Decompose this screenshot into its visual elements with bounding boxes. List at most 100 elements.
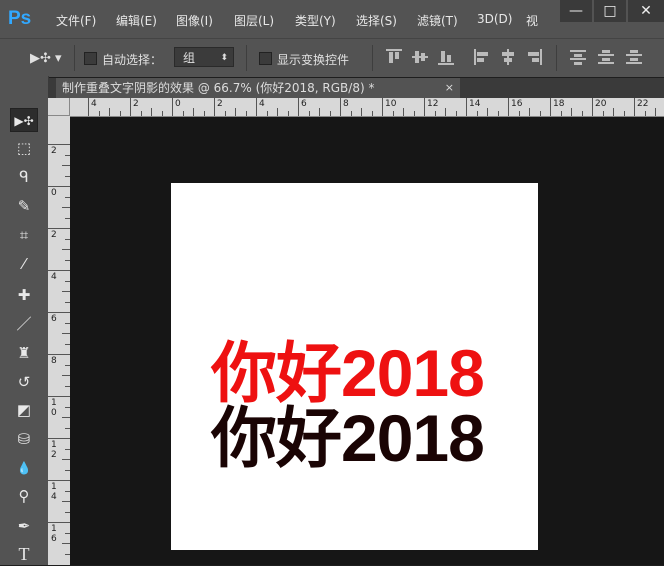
ruler-minor-tick (62, 543, 70, 544)
ruler-minor-tick (62, 375, 70, 376)
lasso-tool[interactable]: ᑫ (10, 165, 38, 189)
align-vcenter-icon[interactable] (412, 49, 428, 65)
ruler-minor-tick (140, 111, 142, 116)
history-brush-tool[interactable]: ↺ (10, 370, 38, 394)
distribute-bottom-icon[interactable] (626, 49, 642, 65)
ruler-minor-tick (560, 111, 562, 116)
ruler-label: 8 (51, 356, 57, 366)
menu-filter[interactable]: 滤镜(T) (417, 12, 458, 29)
ruler-label: 6 (301, 99, 307, 109)
align-right-icon[interactable] (526, 49, 542, 65)
ruler-label: 16 (511, 99, 523, 109)
close-button[interactable]: ✕ (628, 0, 664, 22)
menu-select[interactable]: 选择(S) (356, 12, 397, 29)
menu-bar: Ps 文件(F) 编辑(E) 图像(I) 图层(L) 类型(Y) 选择(S) 滤… (0, 0, 664, 38)
ruler-minor-tick (571, 108, 572, 116)
quick-select-tool[interactable]: ✎ (10, 194, 38, 218)
auto-select-dropdown[interactable]: 组 ⬍ (174, 47, 234, 67)
ruler-tick (382, 98, 383, 116)
tools-panel: ▶✣ ⬚ ᑫ ✎ ⌗ ⁄ ✚ ／ ♜ ↺ ◩ ⛁ 💧 ⚲ ✒ T (0, 76, 49, 565)
red-text-layer[interactable]: 你好2018 (211, 338, 485, 408)
close-tab-icon[interactable]: × (445, 78, 454, 98)
align-left-icon[interactable] (474, 49, 490, 65)
ruler-label: 1 4 (51, 482, 57, 502)
ruler-minor-tick (361, 108, 362, 116)
align-hcenter-icon[interactable] (500, 49, 516, 65)
canvas-workspace[interactable]: 你好2018 你好2018 (70, 117, 664, 565)
document-canvas[interactable]: 你好2018 你好2018 (171, 183, 538, 550)
ruler-minor-tick (403, 108, 404, 116)
ruler-minor-tick (62, 291, 70, 292)
distribute-vcenter-icon[interactable] (598, 49, 614, 65)
menu-view[interactable]: 视 (526, 12, 538, 29)
ruler-minor-tick (287, 111, 289, 116)
vertical-ruler[interactable]: 2 0 2 4 6 8 1 0 1 2 1 4 1 6 (48, 116, 71, 565)
ruler-minor-tick (497, 111, 499, 116)
align-top-icon[interactable] (386, 49, 402, 65)
menu-image[interactable]: 图像(I) (176, 12, 213, 29)
healing-brush-tool[interactable]: ✚ (10, 283, 38, 307)
document-tab[interactable]: 制作重叠文字阴影的效果 @ 66.7% (你好2018, RGB/8) * × (56, 78, 460, 98)
ruler-label: 8 (343, 99, 349, 109)
menu-3d[interactable]: 3D(D) (477, 12, 512, 26)
ruler-tick (256, 98, 257, 116)
ruler-minor-tick (62, 333, 70, 334)
ruler-tick (592, 98, 593, 116)
auto-select-value: 组 (183, 51, 196, 65)
ruler-label: 2 (51, 146, 57, 156)
ruler-minor-tick (518, 111, 520, 116)
show-transform-checkbox[interactable] (259, 52, 272, 65)
ruler-minor-tick (98, 111, 100, 116)
move-tool[interactable]: ▶✣ (10, 108, 38, 132)
dropdown-arrow-icon: ⬍ (220, 53, 228, 63)
ruler-label: 12 (427, 99, 439, 109)
ruler-label: 4 (259, 99, 265, 109)
ruler-label: 22 (637, 99, 649, 109)
ruler-tick (48, 186, 70, 187)
ruler-origin[interactable] (48, 98, 70, 116)
ruler-label: 2 (133, 99, 139, 109)
ruler-tick (340, 98, 341, 116)
ruler-minor-tick (62, 501, 70, 502)
show-transform-label: 显示变换控件 (277, 53, 350, 67)
eraser-tool[interactable]: ◩ (10, 398, 38, 422)
paint-bucket-tool[interactable]: ⛁ (10, 427, 38, 451)
ruler-label: 0 (175, 99, 181, 109)
ruler-minor-tick (413, 111, 415, 116)
ruler-label: 4 (51, 272, 57, 282)
menu-type[interactable]: 类型(Y) (295, 12, 336, 29)
dodge-tool[interactable]: ⚲ (10, 484, 38, 508)
ruler-minor-tick (109, 108, 110, 116)
ruler-minor-tick (182, 111, 184, 116)
ruler-minor-tick (151, 108, 152, 116)
move-tool-icon[interactable]: ▶✣ ▾ (30, 51, 62, 66)
type-tool[interactable]: T (10, 542, 38, 566)
photoshop-logo: Ps (8, 8, 32, 29)
menu-edit[interactable]: 编辑(E) (116, 12, 157, 29)
pen-tool[interactable]: ✒ (10, 514, 38, 538)
ruler-tick (130, 98, 131, 116)
ruler-minor-tick (539, 111, 541, 116)
blur-tool[interactable]: 💧 (10, 456, 38, 480)
stamp-tool[interactable]: ♜ (10, 341, 38, 365)
ruler-minor-tick (62, 207, 70, 208)
dark-text-layer[interactable]: 你好2018 (211, 403, 485, 473)
align-bottom-icon[interactable] (438, 49, 454, 65)
maximize-button[interactable]: □ (594, 0, 626, 22)
auto-select-checkbox[interactable] (84, 52, 97, 65)
ruler-tick (550, 98, 551, 116)
ruler-tick (424, 98, 425, 116)
marquee-tool[interactable]: ⬚ (10, 136, 38, 160)
minimize-button[interactable]: — (560, 0, 592, 22)
crop-tool[interactable]: ⌗ (10, 223, 38, 247)
ruler-label: 1 0 (51, 398, 57, 418)
horizontal-ruler[interactable]: 4 2 0 2 4 6 8 10 12 14 16 18 20 22 (70, 98, 664, 117)
brush-tool[interactable]: ／ (10, 312, 38, 336)
menu-layer[interactable]: 图层(L) (234, 12, 274, 29)
distribute-top-icon[interactable] (570, 49, 586, 65)
menu-file[interactable]: 文件(F) (56, 12, 96, 29)
eyedropper-tool[interactable]: ⁄ (10, 252, 38, 276)
ruler-minor-tick (62, 459, 70, 460)
ruler-label: 18 (553, 99, 565, 109)
ruler-minor-tick (277, 108, 278, 116)
